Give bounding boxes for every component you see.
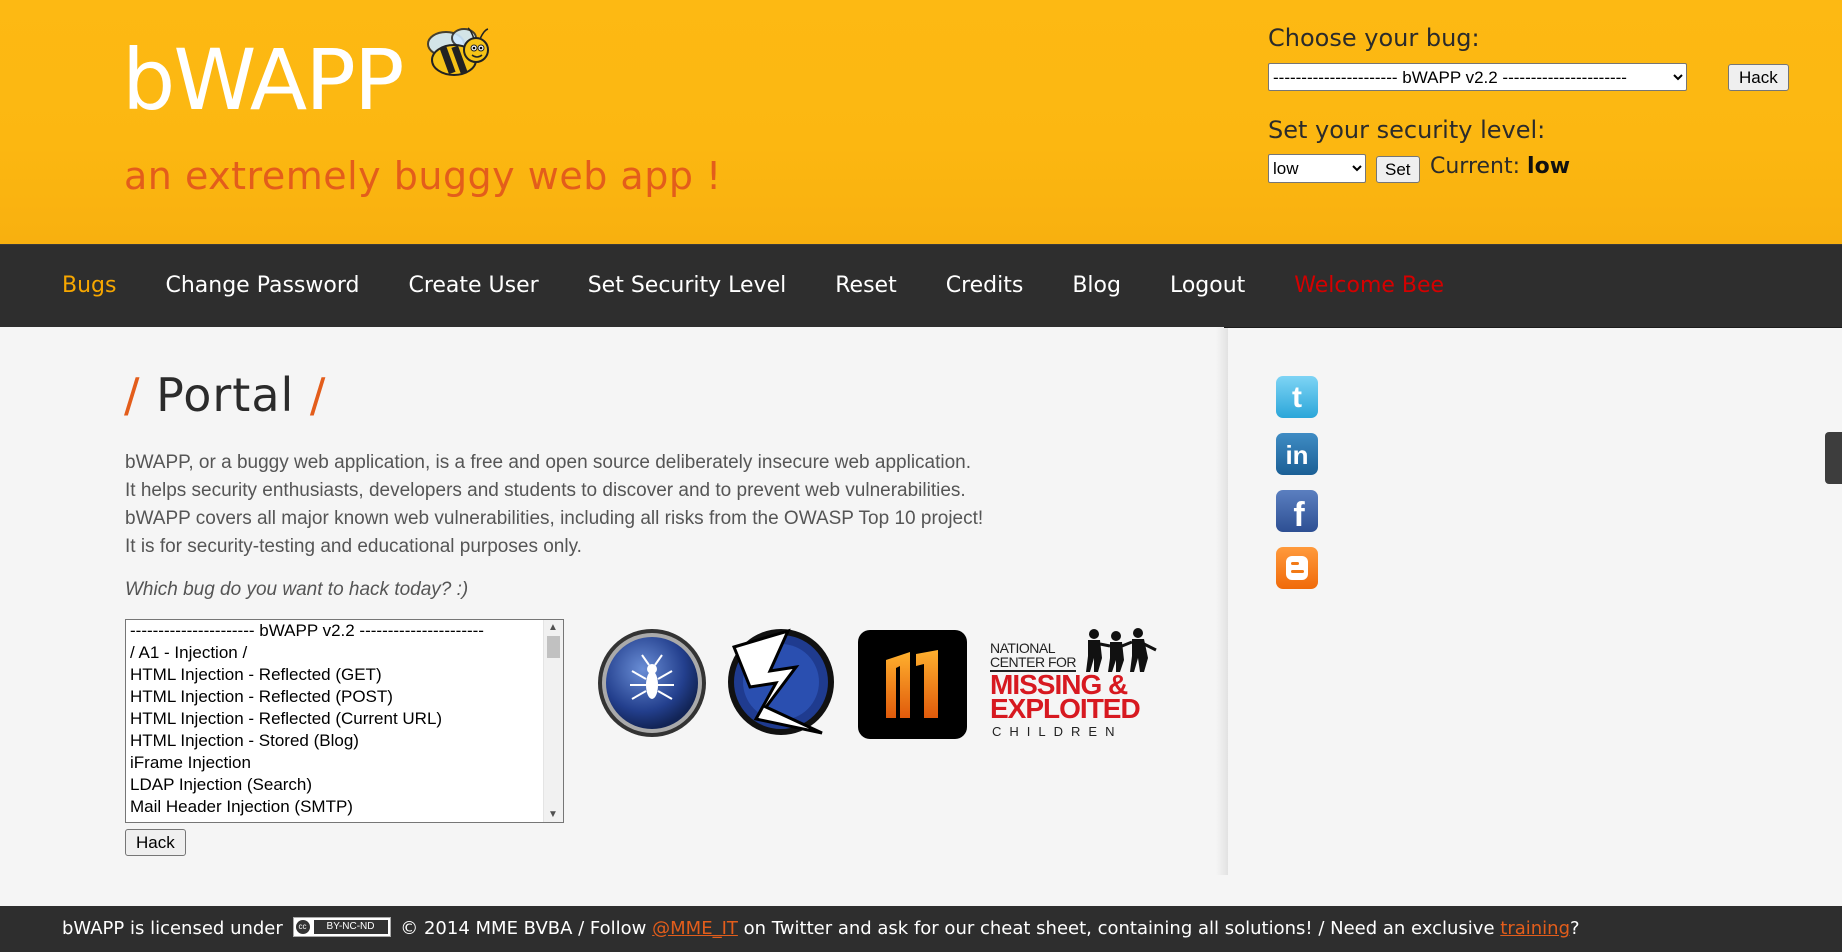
nav-item-change-password[interactable]: Change Password bbox=[165, 273, 359, 298]
bug-list-item[interactable]: HTML Injection - Reflected (Current URL) bbox=[126, 708, 563, 730]
main-nav: Bugs Change Password Create User Set Sec… bbox=[0, 244, 1842, 328]
linkedin-in-icon: in bbox=[1285, 440, 1308, 470]
nav-item-create-user[interactable]: Create User bbox=[408, 273, 538, 298]
bug-list-item[interactable]: iFrame Injection bbox=[126, 752, 563, 774]
title-slash-right: / bbox=[309, 368, 327, 422]
footer: bWAPP is licensed under cc BY-NC-ND © 20… bbox=[0, 906, 1842, 952]
bug-list-item[interactable]: / A1 - Injection / bbox=[126, 642, 563, 664]
bug-list-item[interactable]: Mail Header Injection (SMTP) bbox=[126, 796, 563, 818]
choose-bug-label: Choose your bug: bbox=[1268, 24, 1480, 52]
blogger-b-icon bbox=[1286, 556, 1308, 580]
bug-list-item[interactable]: LDAP Injection (Search) bbox=[126, 774, 563, 796]
bug-select[interactable]: ---------------------- bWAPP v2.2 ------… bbox=[1268, 63, 1687, 91]
nav-item-set-security-level[interactable]: Set Security Level bbox=[588, 273, 787, 298]
nav-item-logout[interactable]: Logout bbox=[1170, 273, 1245, 298]
cc-license-label: BY-NC-ND bbox=[313, 920, 388, 934]
hack-button-bottom[interactable]: Hack bbox=[125, 829, 186, 856]
scroll-up-icon[interactable]: ▲ bbox=[548, 622, 558, 633]
twitter-icon[interactable]: t bbox=[1276, 376, 1318, 418]
bug-list-item[interactable]: HTML Injection - Reflected (POST) bbox=[126, 686, 563, 708]
description-line: bWAPP covers all major known web vulnera… bbox=[125, 508, 984, 529]
linkedin-icon[interactable]: in bbox=[1276, 433, 1318, 475]
ncmec-line5: CHILDREN bbox=[992, 724, 1123, 739]
scroll-thumb[interactable] bbox=[547, 636, 560, 658]
bug-list-item[interactable]: ---------------------- bWAPP v2.2 ------… bbox=[126, 620, 563, 642]
bee-icon bbox=[427, 27, 489, 76]
hack-button[interactable]: Hack bbox=[1728, 64, 1789, 91]
description-line: It is for security-testing and education… bbox=[125, 536, 582, 557]
footer-end-text: ? bbox=[1570, 918, 1580, 939]
cc-icon: cc bbox=[295, 920, 310, 934]
nav-item-credits[interactable]: Credits bbox=[946, 273, 1024, 298]
twitter-bird-icon: t bbox=[1292, 381, 1302, 414]
ncmec-logo[interactable]: NATIONAL CENTER FOR MISSING & EXPLOITED … bbox=[988, 628, 1166, 740]
nav-item-welcome[interactable]: Welcome Bee bbox=[1294, 273, 1444, 298]
footer-copyright-text: © 2014 MME BVBA / Follow bbox=[400, 918, 647, 939]
nav-item-bugs[interactable]: Bugs bbox=[62, 273, 116, 298]
hack-question: Which bug do you want to hack today? :) bbox=[125, 579, 469, 600]
training-link[interactable]: training bbox=[1500, 918, 1570, 939]
bug-list-select[interactable]: ---------------------- bWAPP v2.2 ------… bbox=[125, 619, 564, 823]
svg-text:f: f bbox=[1293, 496, 1305, 532]
description-line: bWAPP, or a buggy web application, is a … bbox=[125, 452, 972, 473]
content-divider bbox=[1216, 327, 1228, 875]
twitter-handle-link[interactable]: @MME_IT bbox=[652, 918, 738, 939]
bug-list-item[interactable]: HTML Injection - Reflected (GET) bbox=[126, 664, 563, 686]
svg-text:t: t bbox=[1292, 381, 1302, 414]
security-level-select[interactable]: low bbox=[1268, 154, 1366, 183]
tagline: an extremely buggy web app ! bbox=[124, 154, 722, 198]
footer-mid-text: on Twitter and ask for our cheat sheet, … bbox=[743, 918, 1495, 939]
scroll-down-icon[interactable]: ▼ bbox=[548, 809, 558, 820]
side-panel-tab[interactable] bbox=[1825, 432, 1842, 484]
header: bWAPP an extremely buggy web app ! Choos… bbox=[0, 0, 1842, 244]
owasp-logo[interactable] bbox=[596, 627, 708, 739]
bug-list-scrollbar[interactable]: ▲ ▼ bbox=[543, 620, 563, 822]
nav-item-blog[interactable]: Blog bbox=[1072, 273, 1121, 298]
bug-list-item[interactable]: HTML Injection - Stored (Blog) bbox=[126, 730, 563, 752]
page-title: / Portal / bbox=[124, 368, 326, 422]
app-logo[interactable]: bWAPP bbox=[122, 38, 405, 122]
footer-text: bWAPP is licensed under cc BY-NC-ND © 20… bbox=[62, 917, 1580, 939]
facebook-f-icon: f bbox=[1293, 496, 1305, 534]
current-security-value: low bbox=[1527, 154, 1571, 179]
cc-license-badge[interactable]: cc BY-NC-ND bbox=[292, 917, 391, 937]
title-slash-left: / bbox=[124, 368, 141, 422]
footer-license-text: bWAPP is licensed under bbox=[62, 918, 283, 939]
netsparker-logo[interactable] bbox=[858, 630, 967, 739]
blogger-icon[interactable] bbox=[1276, 547, 1318, 589]
set-security-button[interactable]: Set bbox=[1376, 156, 1420, 183]
zap-logo[interactable] bbox=[726, 627, 836, 737]
current-security-label: Current: low bbox=[1430, 154, 1570, 179]
title-text: Portal bbox=[156, 368, 295, 422]
current-label-text: Current: bbox=[1430, 154, 1521, 179]
svg-text:in: in bbox=[1285, 440, 1308, 470]
ncmec-line4: EXPLOITED bbox=[990, 693, 1141, 724]
security-level-label: Set your security level: bbox=[1268, 116, 1546, 144]
description-line: It helps security enthusiasts, developer… bbox=[125, 480, 966, 501]
facebook-icon[interactable]: f bbox=[1276, 490, 1318, 534]
nav-item-reset[interactable]: Reset bbox=[835, 273, 896, 298]
children-silhouette-icon bbox=[1086, 628, 1157, 672]
